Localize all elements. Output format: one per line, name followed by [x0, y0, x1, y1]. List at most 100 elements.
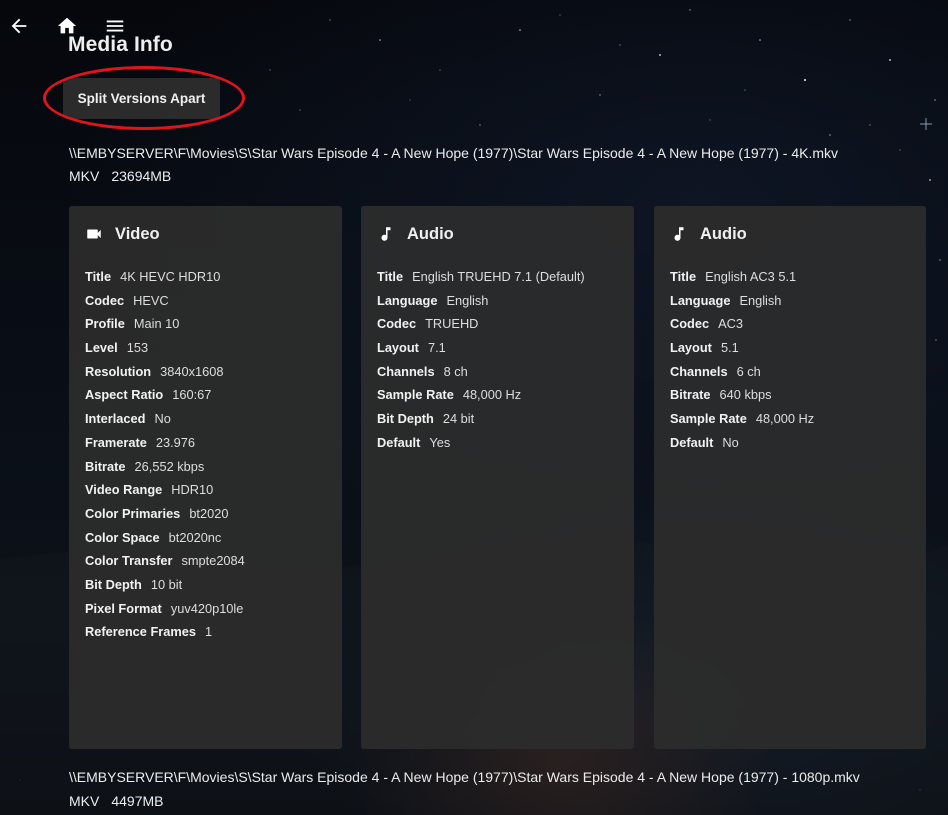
property-key: Bit Depth [377, 411, 434, 427]
version-file-path: \\EMBYSERVER\F\Movies\S\Star Wars Episod… [69, 769, 860, 785]
property-value: 160:67 [172, 387, 212, 403]
property-key: Aspect Ratio [85, 387, 164, 403]
property-value: English [739, 292, 782, 308]
property-key: Codec [670, 316, 710, 332]
property-key: Language [377, 292, 438, 308]
arrow-left-icon [8, 15, 30, 37]
property-row: Pixel Format yuv420p10le [85, 597, 326, 621]
stream-type-title: Audio [700, 224, 747, 243]
property-row: Sample Rate 48,000 Hz [377, 383, 618, 407]
property-key: Channels [377, 363, 435, 379]
property-value: 24 bit [442, 411, 475, 427]
property-key: Channels [670, 363, 728, 379]
property-row: Codec TRUEHD [377, 312, 618, 336]
stream-properties: Title English AC3 5.1 Language English Cod… [670, 265, 910, 455]
property-row: Video Range HDR10 [85, 478, 326, 502]
property-key: Framerate [85, 434, 147, 450]
property-key: Layout [670, 340, 712, 356]
media-info-page: Media Info Split Versions Apart \\EMBYSE… [0, 0, 948, 815]
property-row: Title English AC3 5.1 [670, 265, 910, 289]
property-value: AC3 [718, 316, 744, 332]
file-size: 4497MB [111, 793, 164, 809]
property-key: Bitrate [670, 387, 711, 403]
property-row: Bit Depth 24 bit [377, 407, 618, 431]
property-value: 48,000 Hz [755, 411, 815, 427]
property-value: English TRUEHD 7.1 (Default) [412, 269, 585, 284]
property-row: Channels 8 ch [377, 360, 618, 384]
card-header: Video [85, 224, 326, 244]
property-key: Color Primaries [85, 505, 181, 521]
property-value: 7.1 [427, 340, 446, 356]
property-value: 1 [204, 624, 213, 640]
split-versions-apart-button[interactable]: Split Versions Apart [63, 78, 220, 119]
container-format: MKV [69, 793, 100, 809]
property-row: Bit Depth 10 bit [85, 573, 326, 597]
property-value: 10 bit [150, 576, 183, 592]
back-button[interactable] [5, 12, 33, 40]
property-key: Resolution [85, 363, 152, 379]
property-value: Yes [429, 434, 451, 450]
stream-properties: Title English TRUEHD 7.1 (Default) Langua… [377, 265, 618, 455]
property-value: No [154, 411, 171, 427]
property-value: 23.976 [155, 434, 196, 450]
property-row: Reference Frames 1 [85, 620, 326, 644]
property-value: 8 ch [443, 363, 468, 379]
property-value: 26,552 kbps [134, 458, 205, 474]
property-value: 5.1 [720, 340, 739, 356]
property-row: Aspect Ratio 160:67 [85, 383, 326, 407]
property-key: Bitrate [85, 458, 126, 474]
property-row: Resolution 3840x1608 [85, 360, 326, 384]
property-value: smpte2084 [181, 553, 245, 569]
property-row: Color Transfer smpte2084 [85, 549, 326, 573]
property-row: Layout 5.1 [670, 336, 910, 360]
music-note-icon [377, 225, 395, 243]
property-key: Level [85, 340, 118, 356]
property-value: Main 10 [133, 316, 180, 332]
property-value: HEVC [133, 292, 169, 308]
property-key: Default [377, 434, 421, 450]
property-value: 640 kbps [719, 387, 772, 403]
property-key: Title [670, 269, 697, 284]
property-value: 153 [126, 340, 149, 356]
property-row: Channels 6 ch [670, 360, 910, 384]
property-value: HDR10 [171, 482, 214, 498]
property-key: Layout [377, 340, 419, 356]
stream-type-title: Video [115, 224, 160, 243]
property-key: Reference Frames [85, 624, 196, 640]
property-row: Default Yes [377, 431, 618, 455]
container-format: MKV [69, 168, 100, 184]
property-row: Framerate 23.976 [85, 431, 326, 455]
property-key: Color Space [85, 529, 160, 545]
property-value: English [446, 292, 489, 308]
property-row: Color Space bt2020nc [85, 526, 326, 550]
property-value: TRUEHD [425, 316, 479, 332]
property-key: Title [85, 269, 112, 284]
property-value: 6 ch [736, 363, 761, 379]
property-value: English AC3 5.1 [705, 269, 797, 284]
property-key: Interlaced [85, 411, 146, 427]
property-key: Sample Rate [377, 387, 454, 403]
music-note-icon [670, 225, 688, 243]
property-key: Color Transfer [85, 553, 173, 569]
property-value: bt2020nc [168, 529, 222, 545]
property-row: Default No [670, 431, 910, 455]
property-value: 4K HEVC HDR10 [120, 269, 221, 284]
card-header: Audio [670, 224, 910, 244]
property-row: Profile Main 10 [85, 312, 326, 336]
version-file-path: \\EMBYSERVER\F\Movies\S\Star Wars Episod… [69, 145, 839, 161]
property-value: bt2020 [189, 505, 229, 521]
property-value: yuv420p10le [170, 600, 244, 616]
card-header: Audio [377, 224, 618, 244]
video-stream-card: Video Title 4K HEVC HDR10 Codec HEVC Profi… [69, 206, 342, 749]
property-row: Bitrate 26,552 kbps [85, 455, 326, 479]
property-key: Profile [85, 316, 125, 332]
stream-type-title: Audio [407, 224, 454, 243]
property-row: Level 153 [85, 336, 326, 360]
property-value: 48,000 Hz [462, 387, 522, 403]
video-camera-icon [85, 225, 103, 243]
property-key: Bit Depth [85, 576, 142, 592]
page-title: Media Info [68, 33, 173, 56]
property-row: Codec AC3 [670, 312, 910, 336]
property-key: Pixel Format [85, 600, 162, 616]
property-key: Language [670, 292, 731, 308]
